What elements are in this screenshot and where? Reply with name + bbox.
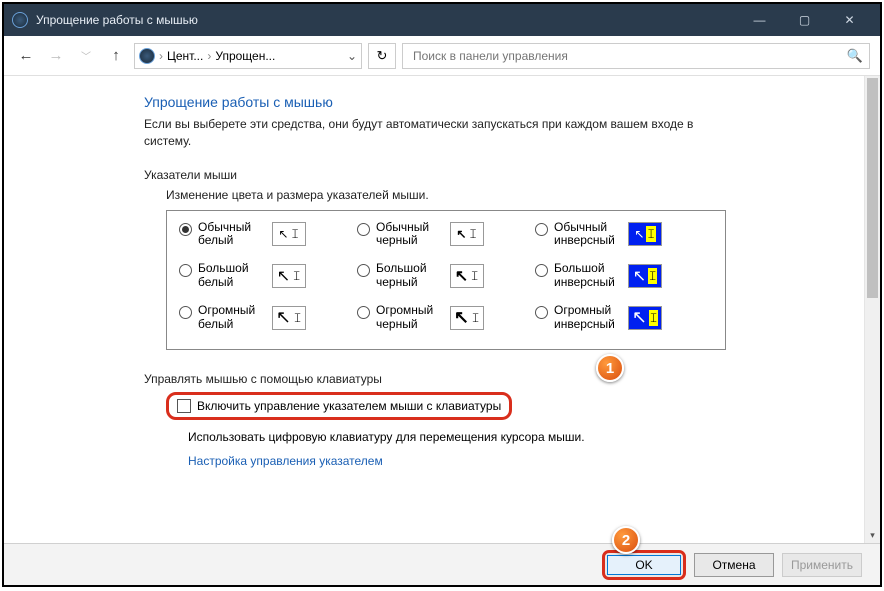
keyboard-group-label: Управлять мышью с помощью клавиатуры [144,372,864,386]
up-button[interactable]: ↑ [104,44,128,68]
cancel-button[interactable]: Отмена [694,553,774,577]
mouse-keys-desc: Использовать цифровую клавиатуру для пер… [188,430,864,444]
search-input[interactable] [409,49,847,63]
pointer-option-normal-white[interactable]: Обычный белый ↖𝙸 [179,221,357,249]
mouse-keys-label[interactable]: Включить управление указателем мыши с кл… [197,399,501,413]
radio-icon [535,264,548,277]
radio-icon [357,264,370,277]
pointer-option-large-inverse[interactable]: Большой инверсный ↖𝙸 [535,262,713,290]
pointers-box: Обычный белый ↖𝙸 Обычный черный ↖𝙸 Обычн… [166,210,726,351]
forward-button[interactable]: → [44,44,68,68]
cursor-preview: ↖𝙸 [628,306,662,330]
mouse-keys-checkbox[interactable] [177,399,191,413]
search-box[interactable]: 🔍 [402,43,870,69]
callout-marker: 2 [612,526,640,554]
vertical-scrollbar[interactable]: ▾ [864,76,880,543]
cursor-preview: ↖𝙸 [628,222,662,246]
pointer-option-large-black[interactable]: Большой черный ↖𝙸 [357,262,535,290]
title-bar: Упрощение работы с мышью — ▢ ✕ [4,4,880,36]
cursor-preview: ↖𝙸 [628,264,662,288]
window-title: Упрощение работы с мышью [36,13,737,27]
pointers-group-label: Указатели мыши [144,168,864,182]
pointer-option-normal-black[interactable]: Обычный черный ↖𝙸 [357,221,535,249]
radio-icon [179,306,192,319]
pointer-option-huge-black[interactable]: Огромный черный ↖𝙸 [357,304,535,332]
app-icon [12,12,28,28]
dialog-footer: 2 OK Отмена Применить [4,543,880,585]
ease-icon [139,48,155,64]
pointers-group-sub: Изменение цвета и размера указателей мыш… [166,188,864,202]
breadcrumb-item[interactable]: Цент... [167,49,203,63]
chevron-icon: › [159,49,163,63]
minimize-button[interactable]: — [737,6,782,34]
pointer-option-huge-white[interactable]: Огромный белый ↖𝙸 [179,304,357,332]
radio-icon [535,306,548,319]
ok-button[interactable]: OK [602,550,686,580]
pointer-option-huge-inverse[interactable]: Огромный инверсный ↖𝙸 [535,304,713,332]
page-title: Упрощение работы с мышью [144,94,864,110]
content-area: Упрощение работы с мышью Если вы выберет… [4,76,864,543]
refresh-button[interactable]: ↻ [368,43,396,69]
cursor-preview: ↖𝙸 [272,306,306,330]
radio-icon [357,223,370,236]
radio-icon [535,223,548,236]
scroll-thumb[interactable] [867,78,878,298]
cursor-preview: ↖𝙸 [272,222,306,246]
apply-button[interactable]: Применить [782,553,862,577]
radio-icon [179,264,192,277]
back-button[interactable]: ← [14,44,38,68]
pointer-option-normal-inverse[interactable]: Обычный инверсный ↖𝙸 [535,221,713,249]
chevron-down-icon[interactable]: ⌄ [347,49,357,63]
scroll-down-icon[interactable]: ▾ [865,527,880,543]
chevron-icon: › [207,49,211,63]
recent-dropdown[interactable]: ﹀ [74,44,98,68]
maximize-button[interactable]: ▢ [782,6,827,34]
search-icon[interactable]: 🔍 [847,48,863,64]
close-button[interactable]: ✕ [827,6,872,34]
pointer-settings-link[interactable]: Настройка управления указателем [188,454,864,468]
cursor-preview: ↖𝙸 [450,264,484,288]
breadcrumb-item[interactable]: Упрощен... [215,49,275,63]
radio-icon [179,223,192,236]
page-subtitle: Если вы выберете эти средства, они будут… [144,116,714,150]
checkbox-highlight: Включить управление указателем мыши с кл… [166,392,512,420]
nav-toolbar: ← → ﹀ ↑ › Цент... › Упрощен... ⌄ ↻ 🔍 [4,36,880,76]
breadcrumb[interactable]: › Цент... › Упрощен... ⌄ [134,43,362,69]
pointer-option-large-white[interactable]: Большой белый ↖𝙸 [179,262,357,290]
radio-icon [357,306,370,319]
cursor-preview: ↖𝙸 [272,264,306,288]
cursor-preview: ↖𝙸 [450,222,484,246]
cursor-preview: ↖𝙸 [450,306,484,330]
